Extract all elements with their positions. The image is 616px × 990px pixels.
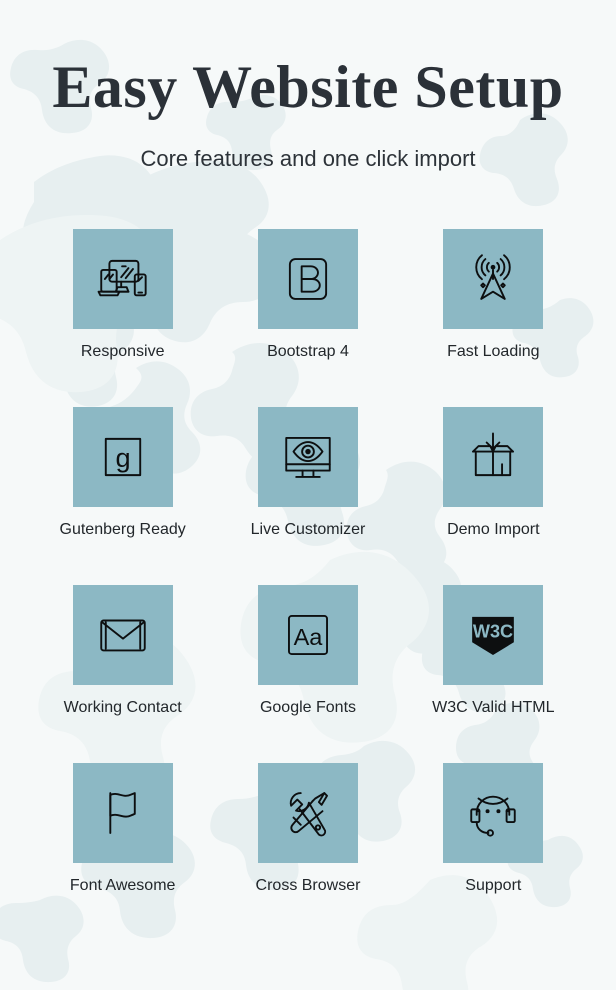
feature-icon-box [257, 763, 358, 864]
feature-item-w3c-valid-html[interactable]: W3C W3C Valid HTML [401, 585, 586, 763]
bootstrap-b-icon [288, 258, 328, 301]
page-header: Easy Website Setup Core features and one… [30, 0, 586, 172]
feature-label: Font Awesome [69, 877, 176, 895]
feature-icon-box: Aa [257, 585, 358, 686]
gutenberg-g-icon: g [104, 438, 141, 477]
feature-item-support[interactable]: Support [401, 763, 586, 941]
feature-icon-box [443, 407, 544, 508]
svg-text:g: g [115, 442, 130, 473]
envelope-icon [99, 619, 146, 652]
feature-icon-box [72, 763, 173, 864]
feature-label: Cross Browser [255, 877, 361, 895]
feature-label: Live Customizer [250, 521, 366, 539]
feature-label: Fast Loading [447, 343, 540, 361]
feature-item-gutenberg-ready[interactable]: g Gutenberg Ready [30, 407, 215, 585]
feature-label: Demo Import [447, 521, 540, 539]
page-subtitle: Core features and one click import [140, 146, 476, 171]
feature-showcase-page: Easy Website Setup Core features and one… [0, 0, 616, 990]
svg-text:Aa: Aa [294, 624, 324, 650]
wrench-screwdriver-icon [289, 792, 328, 837]
feature-icon-box: g [72, 407, 173, 508]
feature-label: Support [465, 877, 522, 895]
feature-label: Responsive [80, 343, 165, 361]
feature-icon-box: W3C [443, 585, 544, 686]
feature-item-bootstrap-4[interactable]: Bootstrap 4 [215, 229, 400, 407]
feature-label: Google Fonts [259, 699, 357, 717]
feature-icon-box [443, 229, 544, 330]
feature-label: Bootstrap 4 [267, 343, 349, 361]
devices-responsive-icon [97, 260, 147, 297]
feature-label: Working Contact [63, 699, 182, 717]
feature-label: W3C Valid HTML [432, 699, 555, 717]
page-title: Easy Website Setup [52, 54, 564, 120]
feature-item-cross-browser[interactable]: Cross Browser [215, 763, 400, 941]
box-download-icon [472, 432, 515, 477]
feature-icon-box [72, 229, 173, 330]
headset-icon [470, 796, 517, 837]
svg-text:W3C: W3C [473, 622, 513, 642]
features-grid: Responsive Bootstrap 4 Fast Loading g Gu… [30, 229, 586, 941]
feature-label: Gutenberg Ready [59, 521, 186, 539]
feature-item-responsive[interactable]: Responsive [30, 229, 215, 407]
broadcast-tower-icon [475, 254, 511, 301]
feature-icon-box [72, 585, 173, 686]
w3c-badge-icon: W3C [472, 617, 515, 656]
feature-item-fast-loading[interactable]: Fast Loading [401, 229, 586, 407]
feature-item-demo-import[interactable]: Demo Import [401, 407, 586, 585]
feature-item-live-customizer[interactable]: Live Customizer [215, 407, 400, 585]
monitor-eye-icon [285, 437, 331, 479]
feature-icon-box [443, 763, 544, 864]
feature-item-font-awesome[interactable]: Font Awesome [30, 763, 215, 941]
feature-icon-box [257, 229, 358, 330]
flag-icon [109, 792, 136, 835]
feature-icon-box [257, 407, 358, 508]
feature-item-google-fonts[interactable]: Aa Google Fonts [215, 585, 400, 763]
aa-typeface-icon: Aa [288, 615, 328, 656]
feature-item-working-contact[interactable]: Working Contact [30, 585, 215, 763]
